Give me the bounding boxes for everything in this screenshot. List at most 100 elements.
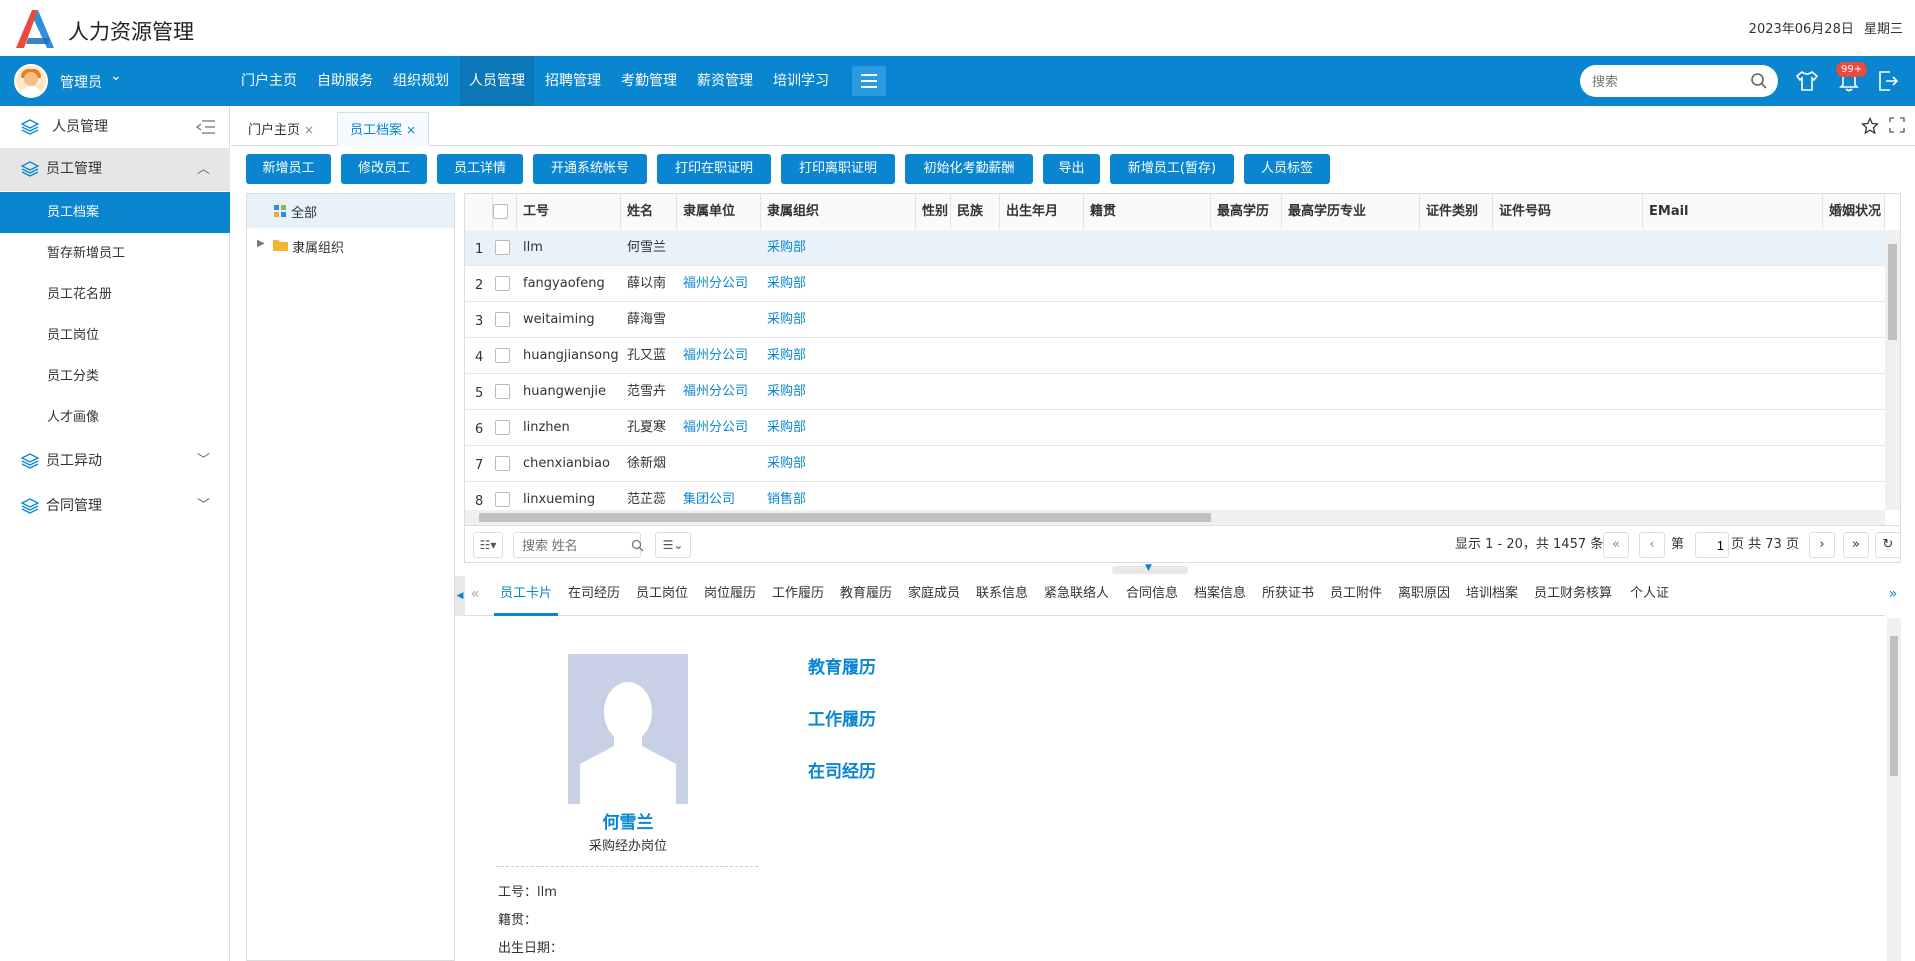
cell-org-link[interactable]: 采购部 bbox=[761, 230, 916, 266]
edit-employee-button[interactable]: 修改员工 bbox=[341, 154, 427, 184]
employee-tags-button[interactable]: 人员标签 bbox=[1244, 154, 1330, 184]
col-header-org[interactable]: 隶属组织 bbox=[761, 194, 916, 229]
sidebar-group-employee-change[interactable]: 员工异动 ﹀ bbox=[0, 440, 230, 482]
first-page-button[interactable]: « bbox=[1603, 532, 1629, 558]
scroll-right-icon[interactable]: » bbox=[1885, 576, 1901, 616]
nav-item-portal[interactable]: 门户主页 bbox=[232, 56, 306, 106]
detail-tab[interactable]: 联系信息 bbox=[970, 576, 1034, 616]
export-button[interactable]: 导出 bbox=[1043, 154, 1100, 184]
cell-unit-link[interactable] bbox=[677, 230, 761, 266]
cell-unit-link[interactable]: 福州分公司 bbox=[677, 338, 761, 374]
col-header-marital[interactable]: 婚姻状况 bbox=[1823, 194, 1885, 229]
refresh-icon[interactable]: ↻ bbox=[1875, 532, 1901, 558]
cell-unit-link[interactable]: 福州分公司 bbox=[677, 266, 761, 302]
table-row[interactable]: 7 chenxianbiao 徐新烟 采购部 bbox=[465, 446, 1885, 482]
detail-tab[interactable]: 在司经历 bbox=[562, 576, 626, 616]
sidebar-item-employee-category[interactable]: 员工分类 bbox=[0, 356, 230, 397]
print-employment-cert-button[interactable]: 打印在职证明 bbox=[657, 154, 771, 184]
tree-node-org[interactable]: ▶ 隶属组织 bbox=[247, 230, 454, 262]
close-icon[interactable]: × bbox=[304, 123, 314, 137]
col-header-name[interactable]: 姓名 bbox=[621, 194, 677, 229]
cell-org-link[interactable]: 采购部 bbox=[761, 338, 916, 374]
star-icon[interactable] bbox=[1861, 117, 1879, 135]
cell-org-link[interactable]: 采购部 bbox=[761, 302, 916, 338]
sidebar-item-employee-posts[interactable]: 员工岗位 bbox=[0, 315, 230, 356]
row-checkbox[interactable] bbox=[495, 492, 510, 507]
sidebar-item-temp-new-employee[interactable]: 暂存新增员工 bbox=[0, 233, 230, 274]
detail-tab[interactable]: 员工财务核算 bbox=[1528, 576, 1618, 616]
nav-item-recruitment[interactable]: 招聘管理 bbox=[536, 56, 610, 106]
grid-vertical-scrollbar[interactable] bbox=[1885, 230, 1900, 510]
row-checkbox[interactable] bbox=[495, 276, 510, 291]
detail-tab[interactable]: 合同信息 bbox=[1120, 576, 1184, 616]
grid-horizontal-scrollbar[interactable] bbox=[465, 510, 1885, 525]
col-header-id[interactable]: 工号 bbox=[517, 194, 621, 229]
col-header-id-number[interactable]: 证件号码 bbox=[1493, 194, 1643, 229]
detail-tab[interactable]: 紧急联络人 bbox=[1038, 576, 1115, 616]
col-header-major[interactable]: 最高学历专业 bbox=[1282, 194, 1420, 229]
detail-tab[interactable]: 家庭成员 bbox=[902, 576, 966, 616]
section-link-work-history[interactable]: 工作履历 bbox=[808, 705, 876, 730]
col-header-birth[interactable]: 出生年月 bbox=[1000, 194, 1084, 229]
add-employee-button[interactable]: 新增员工 bbox=[246, 154, 331, 184]
col-header-native-place[interactable]: 籍贯 bbox=[1084, 194, 1211, 229]
global-search[interactable] bbox=[1580, 65, 1778, 97]
section-link-company-history[interactable]: 在司经历 bbox=[808, 757, 876, 782]
detail-tab[interactable]: 离职原因 bbox=[1392, 576, 1456, 616]
open-account-button[interactable]: 开通系统帐号 bbox=[533, 154, 647, 184]
scroll-left-icon[interactable]: « bbox=[467, 576, 483, 616]
filter-options-icon[interactable]: ☰⌄ bbox=[655, 532, 691, 558]
cell-unit-link[interactable]: 福州分公司 bbox=[677, 410, 761, 446]
fullscreen-icon[interactable] bbox=[1889, 117, 1905, 133]
prev-page-button[interactable]: ‹ bbox=[1639, 532, 1665, 558]
collapse-sidebar-icon[interactable] bbox=[196, 118, 216, 136]
nav-item-personnel[interactable]: 人员管理 bbox=[460, 56, 534, 106]
table-row[interactable]: 8 linxueming 范芷蕊 集团公司 销售部 bbox=[465, 482, 1885, 510]
row-checkbox[interactable] bbox=[495, 348, 510, 363]
list-options-icon[interactable]: ☷▾ bbox=[473, 532, 503, 558]
row-checkbox[interactable] bbox=[495, 312, 510, 327]
avatar[interactable] bbox=[14, 64, 48, 98]
col-header-id-type[interactable]: 证件类别 bbox=[1420, 194, 1493, 229]
detail-tab[interactable]: 所获证书 bbox=[1256, 576, 1320, 616]
search-input[interactable] bbox=[1592, 72, 1742, 90]
more-menu-button[interactable] bbox=[852, 66, 886, 96]
logout-icon[interactable] bbox=[1875, 68, 1901, 94]
add-employee-draft-button[interactable]: 新增员工(暂存) bbox=[1110, 154, 1234, 184]
splitter-handle[interactable]: ▼ bbox=[1112, 563, 1188, 574]
table-row[interactable]: 1 llm 何雪兰 采购部 bbox=[465, 230, 1885, 266]
detail-tab[interactable]: 工作履历 bbox=[766, 576, 830, 616]
detail-tab[interactable]: 档案信息 bbox=[1188, 576, 1252, 616]
init-attendance-payroll-button[interactable]: 初始化考勤薪酬 bbox=[905, 154, 1033, 184]
page-number-input[interactable] bbox=[1695, 532, 1729, 558]
detail-tab[interactable]: 员工附件 bbox=[1324, 576, 1388, 616]
col-header-email[interactable]: EMail bbox=[1643, 194, 1823, 229]
sidebar-group-contract[interactable]: 合同管理 ﹀ bbox=[0, 485, 230, 527]
row-checkbox[interactable] bbox=[495, 384, 510, 399]
col-header-gender[interactable]: 性别 bbox=[916, 194, 951, 229]
cell-unit-link[interactable] bbox=[677, 302, 761, 338]
sidebar-item-roster[interactable]: 员工花名册 bbox=[0, 274, 230, 315]
nav-item-attendance[interactable]: 考勤管理 bbox=[612, 56, 686, 106]
name-search-input[interactable] bbox=[513, 532, 641, 558]
nav-item-payroll[interactable]: 薪资管理 bbox=[688, 56, 762, 106]
cell-org-link[interactable]: 销售部 bbox=[761, 482, 916, 510]
cell-org-link[interactable]: 采购部 bbox=[761, 374, 916, 410]
sidebar-item-talent-profile[interactable]: 人才画像 bbox=[0, 397, 230, 438]
row-checkbox[interactable] bbox=[495, 456, 510, 471]
sidebar-group-employee-mgmt[interactable]: 员工管理 ︿ bbox=[0, 148, 230, 191]
detail-tab[interactable]: 教育履历 bbox=[834, 576, 898, 616]
cell-unit-link[interactable]: 集团公司 bbox=[677, 482, 761, 510]
cell-unit-link[interactable] bbox=[677, 446, 761, 482]
sidebar-item-employee-files[interactable]: 员工档案 bbox=[0, 192, 230, 233]
caret-right-icon[interactable]: ▶ bbox=[257, 238, 265, 249]
select-all-checkbox[interactable] bbox=[493, 204, 508, 219]
nav-item-org-planning[interactable]: 组织规划 bbox=[384, 56, 458, 106]
collapse-left-icon[interactable]: ◀ bbox=[455, 576, 465, 616]
cell-unit-link[interactable]: 福州分公司 bbox=[677, 374, 761, 410]
detail-tab[interactable]: 岗位履历 bbox=[698, 576, 762, 616]
page-tab-portal[interactable]: 门户主页 × bbox=[235, 112, 327, 146]
detail-tab[interactable]: 员工卡片 bbox=[494, 576, 559, 616]
nav-item-self-service[interactable]: 自助服务 bbox=[308, 56, 382, 106]
detail-tab[interactable]: 个人证 bbox=[1624, 576, 1675, 616]
